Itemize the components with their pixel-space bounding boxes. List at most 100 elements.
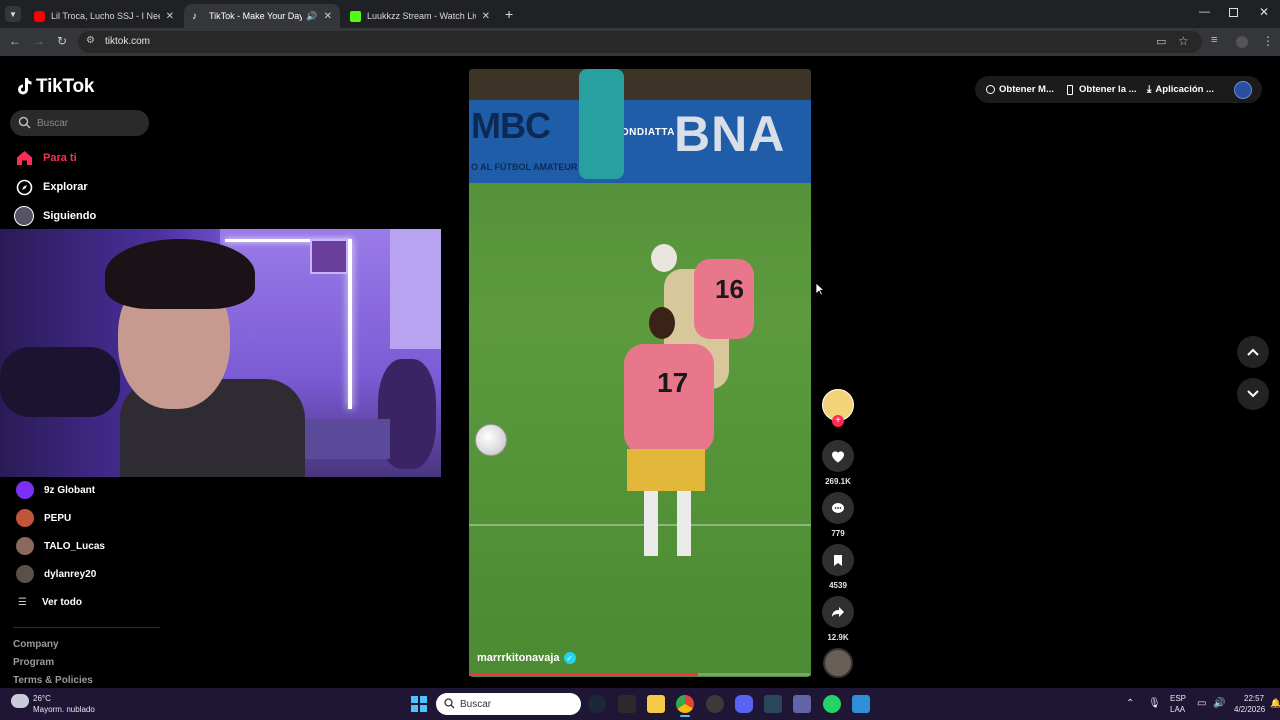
get-app-button[interactable]: Obtener la ...: [1067, 84, 1137, 95]
tray-chevron-icon[interactable]: ⌃: [1126, 698, 1134, 709]
address-bar[interactable]: [78, 31, 1202, 53]
following-account[interactable]: TALO_Lucas: [16, 537, 105, 555]
avatar: [16, 537, 34, 555]
language-top[interactable]: ESP: [1170, 694, 1186, 703]
webcam-bed: [290, 419, 390, 459]
taskbar-search[interactable]: [436, 693, 581, 715]
weather-desc[interactable]: Mayorm. nublado: [33, 705, 95, 714]
nav-item-siguiendo[interactable]: Siguiendo: [14, 206, 96, 226]
comment-icon: [832, 502, 844, 513]
network-icon[interactable]: ▭: [1197, 698, 1206, 709]
browser-tab-kick[interactable]: Luukkzz Stream - Watch Live o ✕: [342, 4, 498, 28]
following-account[interactable]: 9z Globant: [16, 481, 95, 499]
url-text[interactable]: tiktok.com: [105, 36, 150, 47]
footer-link-company[interactable]: Company: [13, 639, 59, 650]
compass-icon: [14, 177, 34, 197]
new-tab-button[interactable]: +: [505, 6, 513, 22]
window-close-button[interactable]: ✕: [1259, 5, 1269, 19]
close-icon[interactable]: ✕: [324, 11, 332, 22]
reload-icon[interactable]: ↻: [57, 34, 67, 48]
heart-icon: [832, 450, 844, 462]
webcam-person-hair: [105, 239, 255, 309]
home-icon: [14, 148, 34, 168]
bookmark-star-icon[interactable]: ☆: [1178, 34, 1189, 48]
microphone-icon[interactable]: 🎙: [1148, 698, 1161, 709]
player-main-head: [649, 307, 675, 339]
desktop-app-button[interactable]: ⤓ Aplicación ...: [1147, 84, 1214, 95]
avatar: [16, 481, 34, 499]
weather-temp[interactable]: 26°C: [33, 694, 51, 703]
footer-link-terms[interactable]: Terms & Policies: [13, 675, 93, 686]
language-bottom[interactable]: LAA: [1170, 705, 1185, 714]
chevron-down-icon: [1247, 390, 1259, 398]
browser-tab-youtube[interactable]: Lil Troca, Lucho SSJ - I Need Yo ✕: [26, 4, 182, 28]
windows-start-icon[interactable]: [411, 696, 427, 712]
author-name: marrrkitonavaja: [477, 652, 560, 664]
banner-text-right: BNA: [674, 106, 786, 162]
search-icon: [18, 116, 31, 129]
window-minimize-button[interactable]: —: [1199, 6, 1210, 18]
weather-icon[interactable]: [11, 694, 29, 708]
coin-icon: [986, 85, 995, 94]
browser-tab-tiktok[interactable]: ♪ TikTok - Make Your Day 🔊 ✕: [184, 4, 340, 28]
speaker-icon[interactable]: 🔊: [306, 11, 317, 22]
steam-icon[interactable]: [764, 695, 782, 713]
webcam-light-strip: [348, 239, 352, 409]
following-account[interactable]: dylanrey20: [16, 565, 96, 583]
window-restore-button[interactable]: [1229, 8, 1238, 17]
media-control-icon[interactable]: ≡: [1211, 34, 1217, 46]
comment-button[interactable]: [822, 492, 854, 524]
nav-label: Explorar: [43, 181, 88, 193]
get-coins-button[interactable]: Obtener M...: [986, 84, 1054, 95]
nav-item-para-ti[interactable]: Para ti: [14, 148, 77, 168]
like-button[interactable]: [822, 440, 854, 472]
kick-icon: [350, 10, 361, 22]
music-disc-avatar[interactable]: [823, 648, 853, 678]
whatsapp-icon[interactable]: [823, 695, 841, 713]
close-icon[interactable]: ✕: [166, 11, 174, 22]
teams-icon[interactable]: [793, 695, 811, 713]
tab-search-button[interactable]: ▼: [5, 6, 21, 22]
nav-item-explorar[interactable]: Explorar: [14, 177, 88, 197]
video-author[interactable]: marrrkitonavaja ✓: [477, 652, 576, 664]
discord-icon[interactable]: [735, 695, 753, 713]
like-count: 269.1K: [825, 477, 851, 486]
following-account[interactable]: PEPU: [16, 509, 71, 527]
profile-avatar[interactable]: [1236, 36, 1248, 48]
epic-games-icon[interactable]: [618, 695, 636, 713]
back-icon[interactable]: ←: [9, 34, 21, 48]
next-video-button[interactable]: [1237, 378, 1269, 410]
footer-link-program[interactable]: Program: [13, 657, 54, 668]
video-progress-bar[interactable]: [469, 673, 811, 676]
menu-icon[interactable]: ⋮: [1262, 34, 1274, 48]
app-icon[interactable]: [852, 695, 870, 713]
video-player[interactable]: MBC O AL FÚTBOL AMATEUR BNA LA FONDIATTA…: [469, 69, 811, 677]
user-avatar[interactable]: [1234, 81, 1252, 99]
topbar-label: Aplicación ...: [1155, 84, 1215, 95]
site-info-icon[interactable]: ⚙: [86, 35, 95, 46]
close-icon[interactable]: ✕: [482, 11, 490, 22]
steam-app-icon[interactable]: [588, 695, 606, 713]
app-icon[interactable]: [706, 695, 724, 713]
banner-text-sub: O AL FÚTBOL AMATEUR: [471, 162, 578, 172]
volume-icon[interactable]: 🔊: [1213, 698, 1225, 709]
webcam-overlay: [0, 229, 441, 477]
tiktok-logo[interactable]: TikTok: [36, 76, 94, 98]
webcam-shelf-decor: [310, 239, 348, 274]
forward-icon[interactable]: →: [33, 34, 45, 48]
share-button[interactable]: [822, 596, 854, 628]
notification-icon[interactable]: 🔔: [1270, 698, 1280, 709]
search-placeholder: Buscar: [37, 118, 69, 129]
see-all-link[interactable]: ☰ Ver todo: [18, 597, 82, 608]
download-icon: ⤓: [1147, 84, 1152, 95]
save-count: 4539: [829, 581, 847, 590]
clock-time[interactable]: 22:57: [1244, 694, 1264, 703]
previous-video-button[interactable]: [1237, 336, 1269, 368]
cast-icon[interactable]: ▭: [1156, 35, 1166, 48]
chrome-icon[interactable]: [676, 695, 694, 713]
file-explorer-icon[interactable]: [647, 695, 665, 713]
follow-plus-icon[interactable]: +: [832, 415, 844, 427]
save-button[interactable]: [822, 544, 854, 576]
clock-date[interactable]: 4/2/2026: [1234, 705, 1265, 714]
tiktok-logo-icon[interactable]: [14, 76, 34, 96]
